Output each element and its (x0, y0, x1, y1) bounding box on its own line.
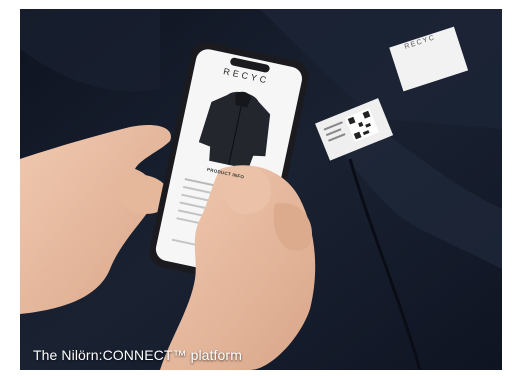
photo-caption: The Nilörn:CONNECT™ platform (33, 347, 242, 363)
photo-scene (20, 9, 502, 370)
photo-frame: RECYC PRODUCT INFO RECYC The Nilörn:CONN… (20, 9, 502, 370)
